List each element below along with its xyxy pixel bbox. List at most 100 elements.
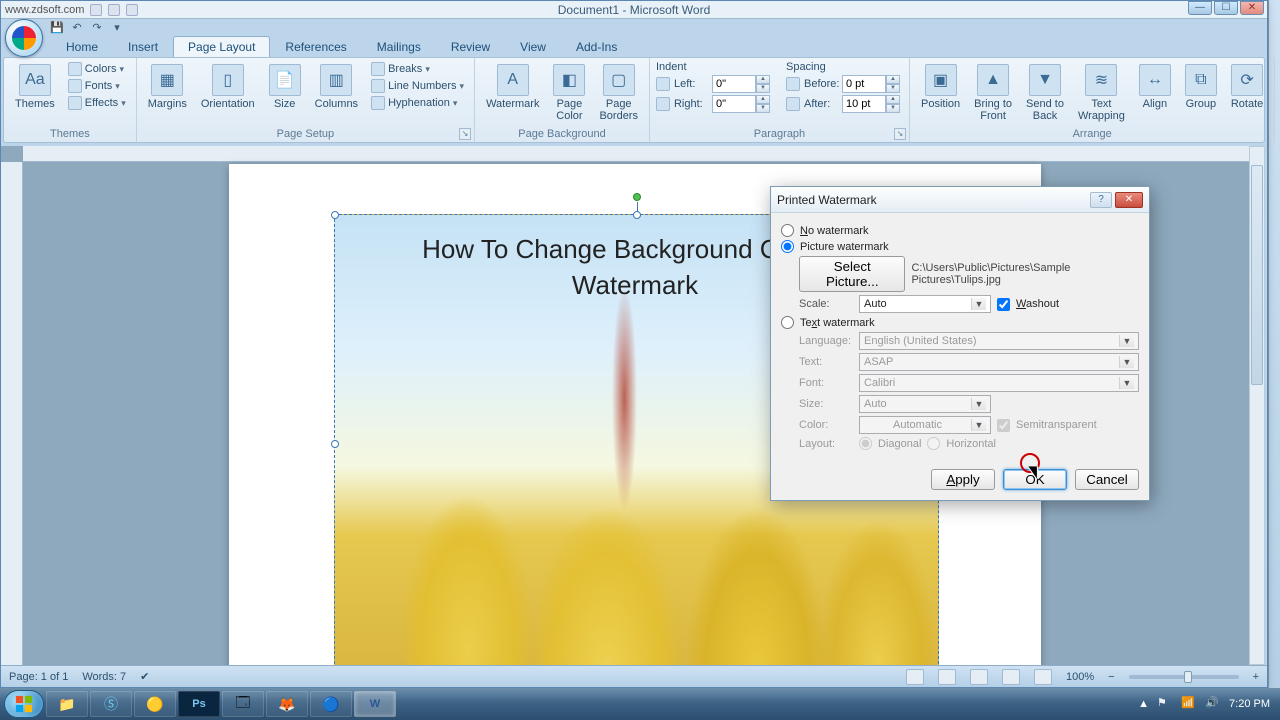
page-borders-button[interactable]: ▢Page Borders <box>594 61 643 125</box>
breaks-button[interactable]: Breaks▾ <box>367 61 468 77</box>
resize-handle-tl[interactable] <box>331 211 339 219</box>
rotation-handle[interactable] <box>633 193 641 201</box>
washout-label[interactable]: Washout <box>1016 298 1059 310</box>
minimize-button[interactable]: — <box>1188 1 1212 15</box>
line-numbers-button[interactable]: Line Numbers▾ <box>367 78 468 94</box>
status-words[interactable]: Words: 7 <box>82 671 126 683</box>
indent-right-input[interactable]: ▲▼ <box>712 95 770 113</box>
taskbar-word[interactable]: W <box>354 691 396 717</box>
page-color-button[interactable]: ◧Page Color <box>548 61 590 125</box>
group-button[interactable]: ⧉Group <box>1180 61 1222 113</box>
radio-no-watermark[interactable] <box>781 224 794 237</box>
cancel-button[interactable]: Cancel <box>1075 469 1139 490</box>
close-button[interactable]: ✕ <box>1240 1 1264 15</box>
text-wrapping-button[interactable]: ≋Text Wrapping <box>1073 61 1130 125</box>
no-watermark-label[interactable]: No watermark <box>800 225 868 237</box>
tray-clock[interactable]: 7:20 PM <box>1229 698 1270 710</box>
ok-button[interactable]: OK <box>1003 469 1067 490</box>
maximize-button[interactable]: ☐ <box>1214 1 1238 15</box>
view-full-screen-button[interactable] <box>938 669 956 685</box>
zoom-level[interactable]: 100% <box>1066 671 1094 683</box>
dialog-close-button[interactable]: ✕ <box>1115 192 1143 208</box>
vertical-scrollbar[interactable] <box>1249 146 1265 665</box>
recorder-btn-3[interactable] <box>126 4 138 16</box>
theme-fonts-button[interactable]: Fonts▾ <box>64 78 130 94</box>
indent-left-input[interactable]: ▲▼ <box>712 75 770 93</box>
resize-handle-t[interactable] <box>633 211 641 219</box>
tray-network-icon[interactable]: 📶 <box>1181 696 1197 712</box>
recorder-btn-2[interactable] <box>108 4 120 16</box>
margins-button[interactable]: ▦Margins <box>143 61 192 113</box>
view-draft-button[interactable] <box>1034 669 1052 685</box>
taskbar-explorer[interactable]: 📁 <box>46 691 88 717</box>
watermark-button[interactable]: AWatermark <box>481 61 544 113</box>
theme-colors-button[interactable]: Colors▾ <box>64 61 130 77</box>
dialog-titlebar[interactable]: Printed Watermark ? ✕ <box>771 187 1149 213</box>
ribbon-tabs: Home Insert Page Layout References Maili… <box>51 35 632 57</box>
hyphenation-button[interactable]: Hyphenation▾ <box>367 95 468 111</box>
tray-action-center-icon[interactable]: ⚑ <box>1157 696 1173 712</box>
tab-review[interactable]: Review <box>436 36 505 57</box>
scale-combo[interactable]: Auto▼ <box>859 295 991 313</box>
diagonal-label: Diagonal <box>878 438 921 450</box>
tab-addins[interactable]: Add-Ins <box>561 36 632 57</box>
tab-page-layout[interactable]: Page Layout <box>173 36 270 57</box>
columns-button[interactable]: ▥Columns <box>310 61 363 113</box>
status-proofing-icon[interactable]: ✔ <box>140 670 149 683</box>
scrollbar-thumb[interactable] <box>1251 165 1263 385</box>
position-button[interactable]: ▣Position <box>916 61 965 113</box>
start-button[interactable] <box>4 690 44 718</box>
vertical-ruler[interactable] <box>1 162 23 665</box>
orientation-button[interactable]: ▯Orientation <box>196 61 260 113</box>
dialog-help-button[interactable]: ? <box>1090 192 1112 208</box>
page-setup-dialog-launcher[interactable]: ↘ <box>459 128 471 140</box>
text-watermark-label[interactable]: Text watermark <box>800 317 875 329</box>
spacing-before-input[interactable]: ▲▼ <box>842 75 900 93</box>
qat-customize-icon[interactable]: ▾ <box>109 20 125 36</box>
radio-text-watermark[interactable] <box>781 316 794 329</box>
picture-path: C:\Users\Public\Pictures\Sample Pictures… <box>911 262 1139 286</box>
picture-watermark-label[interactable]: Picture watermark <box>800 241 889 253</box>
qat-save-icon[interactable]: 💾 <box>49 20 65 36</box>
send-to-back-button[interactable]: ▼Send to Back <box>1021 61 1069 125</box>
washout-checkbox[interactable] <box>997 298 1010 311</box>
view-web-layout-button[interactable] <box>970 669 988 685</box>
qat-undo-icon[interactable]: ↶ <box>69 20 85 36</box>
zoom-out-button[interactable]: − <box>1108 671 1114 683</box>
zoom-slider[interactable] <box>1129 675 1239 679</box>
taskbar-firefox[interactable]: 🦊 <box>266 691 308 717</box>
tab-references[interactable]: References <box>270 36 361 57</box>
taskbar-chrome[interactable]: 🟡 <box>134 691 176 717</box>
taskbar-skype[interactable]: Ⓢ <box>90 691 132 717</box>
view-print-layout-button[interactable] <box>906 669 924 685</box>
bring-to-front-button[interactable]: ▲Bring to Front <box>969 61 1017 125</box>
system-tray[interactable]: ▲ ⚑ 📶 🔊 7:20 PM <box>1138 696 1276 712</box>
rotate-button[interactable]: ⟳Rotate <box>1226 61 1268 113</box>
size-button[interactable]: 📄Size <box>264 61 306 113</box>
taskbar-generic-app[interactable]: 🗔 <box>222 691 264 717</box>
tray-volume-icon[interactable]: 🔊 <box>1205 696 1221 712</box>
apply-button[interactable]: Apply <box>931 469 995 490</box>
tab-home[interactable]: Home <box>51 36 113 57</box>
zoom-in-button[interactable]: + <box>1253 671 1259 683</box>
status-page[interactable]: Page: 1 of 1 <box>9 671 68 683</box>
tray-expand-icon[interactable]: ▲ <box>1138 698 1149 710</box>
tab-mailings[interactable]: Mailings <box>362 36 436 57</box>
view-outline-button[interactable] <box>1002 669 1020 685</box>
office-button[interactable] <box>5 19 43 57</box>
taskbar-photoshop[interactable]: Ps <box>178 691 220 717</box>
tab-view[interactable]: View <box>505 36 561 57</box>
paragraph-dialog-launcher[interactable]: ↘ <box>894 128 906 140</box>
align-button[interactable]: ↔Align <box>1134 61 1176 113</box>
select-picture-button[interactable]: Select Picture... <box>799 256 905 292</box>
resize-handle-l[interactable] <box>331 440 339 448</box>
taskbar-app-2[interactable]: 🔵 <box>310 691 352 717</box>
themes-button[interactable]: Aa Themes <box>10 61 60 113</box>
radio-picture-watermark[interactable] <box>781 240 794 253</box>
theme-effects-button[interactable]: Effects▾ <box>64 95 130 111</box>
tab-insert[interactable]: Insert <box>113 36 173 57</box>
qat-redo-icon[interactable]: ↷ <box>89 20 105 36</box>
horizontal-ruler[interactable] <box>23 146 1249 162</box>
spacing-after-input[interactable]: ▲▼ <box>842 95 900 113</box>
recorder-btn-1[interactable] <box>90 4 102 16</box>
